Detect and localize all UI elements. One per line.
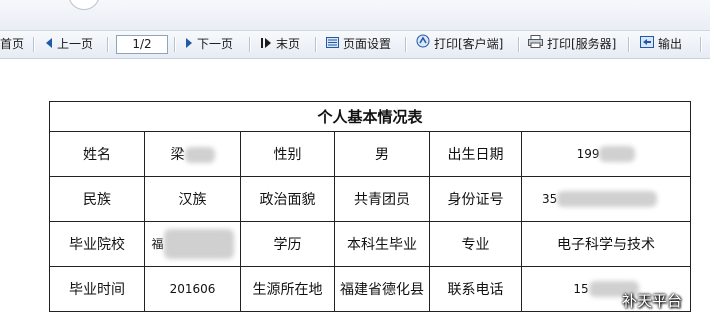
next-page-button[interactable]: 下一页 bbox=[185, 31, 233, 58]
value-text: 15 bbox=[573, 282, 589, 296]
export-icon bbox=[640, 31, 654, 58]
value-name: 梁 bbox=[144, 131, 241, 177]
value-graduation-time: 201606 bbox=[144, 266, 241, 312]
toolbar-separator bbox=[249, 37, 251, 52]
table-row: 毕业院校 福 学历 本科生毕业 专业 电子科学与技术 bbox=[49, 221, 692, 267]
label-gender: 性别 bbox=[240, 131, 335, 177]
value-text: 梁 bbox=[170, 147, 185, 163]
round-button[interactable] bbox=[68, 0, 100, 10]
label-id-number: 身份证号 bbox=[429, 176, 522, 222]
toolbar-separator bbox=[405, 37, 407, 52]
redacted-block bbox=[163, 229, 234, 259]
triangle-right-icon bbox=[185, 31, 193, 58]
skip-to-end-icon bbox=[261, 31, 272, 58]
value-text: 福 bbox=[151, 237, 164, 251]
prev-page-label: 上一页 bbox=[57, 37, 94, 51]
table-row: 毕业时间 201606 生源所在地 福建省德化县 联系电话 15 bbox=[49, 266, 692, 312]
redacted-block bbox=[599, 146, 636, 162]
print-server-label: 打印[服务器] bbox=[547, 37, 617, 51]
export-label: 输出 bbox=[658, 37, 683, 51]
value-birthdate: 199 bbox=[520, 131, 692, 177]
value-id-number: 35 bbox=[520, 176, 692, 222]
top-strip bbox=[0, 0, 710, 31]
toolbar-separator bbox=[174, 37, 176, 52]
label-ethnicity: 民族 bbox=[49, 176, 145, 222]
print-client-button[interactable]: 打印[客户端] bbox=[416, 31, 503, 58]
redacted-block bbox=[184, 147, 215, 163]
toolbar-separator bbox=[315, 37, 317, 52]
report-toolbar: 首页 上一页 1/2 下一页 末页 页面设置 打印[客户端] 打印[服务器] 输… bbox=[0, 31, 710, 59]
label-major: 专业 bbox=[429, 221, 522, 267]
value-education: 本科生毕业 bbox=[334, 221, 430, 267]
value-major: 电子科学与技术 bbox=[520, 221, 692, 267]
personal-info-table: 个人基本情况表 姓名 梁 性别 男 出生日期 199 民族 汉族 政治面貌 共青… bbox=[48, 101, 692, 312]
page-setup-icon bbox=[326, 31, 339, 58]
value-gender: 男 bbox=[334, 131, 430, 177]
value-text: 199 bbox=[576, 147, 600, 161]
first-page-label: 首页 bbox=[0, 37, 25, 51]
label-school: 毕业院校 bbox=[49, 221, 145, 267]
value-text: 35 bbox=[542, 192, 558, 206]
first-page-button[interactable]: 首页 bbox=[0, 31, 24, 58]
value-school: 福 bbox=[144, 221, 241, 267]
toolbar-separator bbox=[700, 37, 702, 52]
label-birthdate: 出生日期 bbox=[429, 131, 522, 177]
label-origin: 生源所在地 bbox=[240, 266, 335, 312]
value-political-status: 共青团员 bbox=[334, 176, 430, 222]
page-number-input[interactable]: 1/2 bbox=[116, 35, 168, 54]
redacted-block bbox=[557, 191, 658, 207]
prev-page-button[interactable]: 上一页 bbox=[45, 31, 93, 58]
print-client-label: 打印[客户端] bbox=[434, 37, 504, 51]
label-graduation-time: 毕业时间 bbox=[49, 266, 145, 312]
print-client-icon bbox=[416, 31, 430, 58]
last-page-button[interactable]: 末页 bbox=[261, 31, 300, 58]
next-page-label: 下一页 bbox=[197, 37, 234, 51]
last-page-label: 末页 bbox=[276, 37, 301, 51]
table-row: 民族 汉族 政治面貌 共青团员 身份证号 35 bbox=[49, 176, 692, 222]
printer-icon bbox=[528, 31, 543, 58]
label-phone: 联系电话 bbox=[429, 266, 522, 312]
print-server-button[interactable]: 打印[服务器] bbox=[528, 31, 616, 58]
label-name: 姓名 bbox=[49, 131, 145, 177]
form-title: 个人基本情况表 bbox=[48, 101, 692, 132]
value-origin: 福建省德化县 bbox=[334, 266, 430, 312]
toolbar-separator bbox=[628, 37, 630, 52]
page-setup-button[interactable]: 页面设置 bbox=[326, 31, 391, 58]
label-education: 学历 bbox=[240, 221, 335, 267]
toolbar-separator bbox=[33, 37, 35, 52]
table-row: 姓名 梁 性别 男 出生日期 199 bbox=[49, 131, 692, 177]
export-button[interactable]: 输出 bbox=[640, 31, 682, 58]
value-ethnicity: 汉族 bbox=[144, 176, 241, 222]
toolbar-separator bbox=[107, 37, 109, 52]
watermark: 补天平台 bbox=[622, 292, 683, 310]
page-setup-label: 页面设置 bbox=[343, 37, 392, 51]
label-political-status: 政治面貌 bbox=[240, 176, 335, 222]
triangle-left-icon bbox=[45, 31, 53, 58]
toolbar-separator bbox=[518, 37, 520, 52]
